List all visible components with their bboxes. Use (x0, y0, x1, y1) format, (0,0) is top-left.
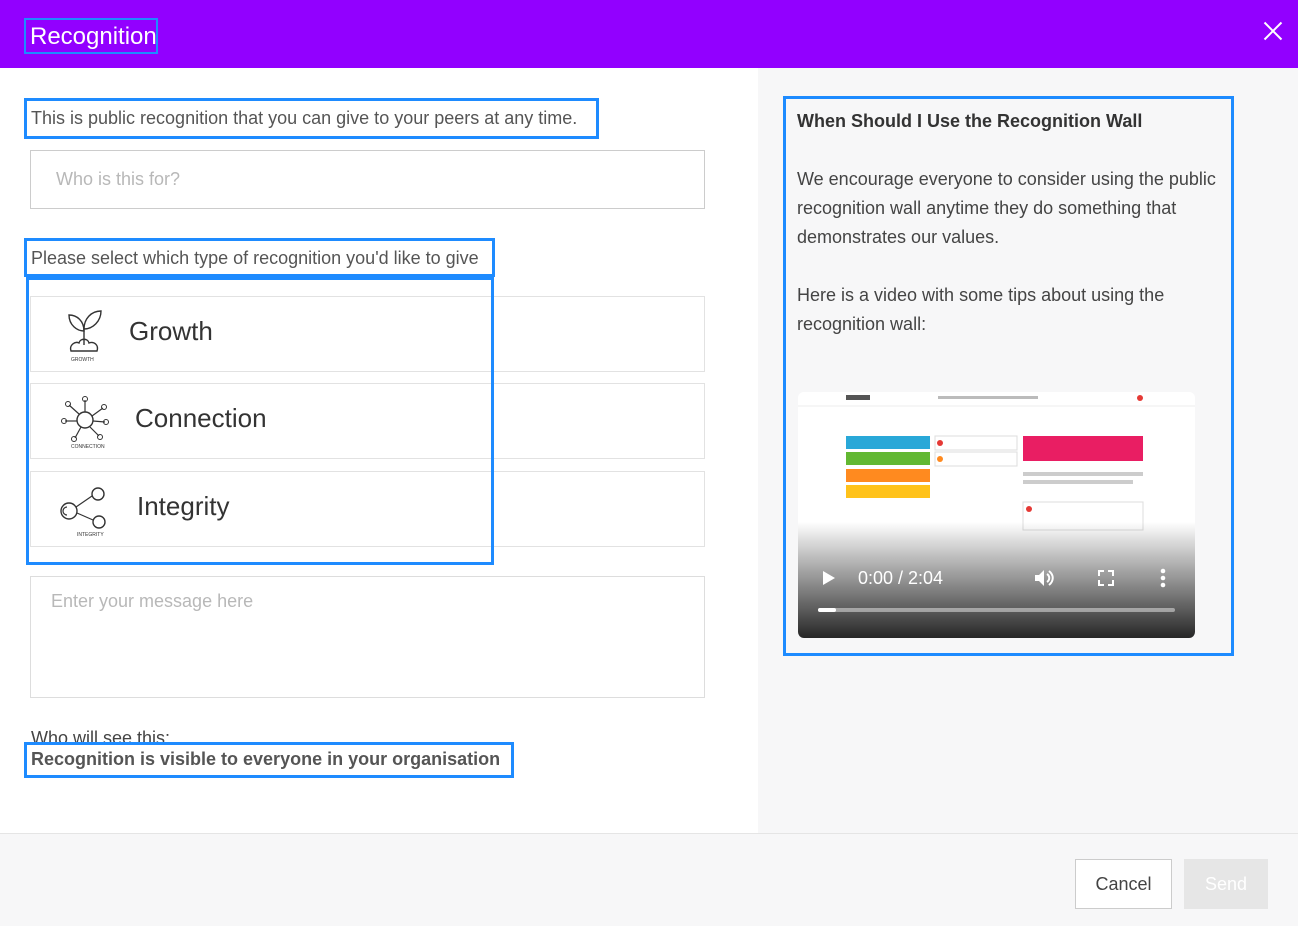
video-timecode: 0:00 / 2:04 (858, 568, 944, 588)
recipient-input[interactable] (30, 150, 705, 209)
fullscreen-icon[interactable] (1098, 570, 1114, 586)
help-paragraph-2: Here is a video with some tips about usi… (797, 285, 1165, 334)
close-icon[interactable] (1262, 20, 1284, 42)
visibility-text: Recognition is visible to everyone in yo… (31, 749, 501, 769)
video-player[interactable]: 0:00 / 2:04 (798, 392, 1195, 638)
recognition-types-highlight-box (26, 277, 494, 565)
modal-title: Recognition (30, 23, 157, 50)
play-icon[interactable] (822, 570, 836, 586)
video-progress-bar[interactable] (818, 608, 1175, 612)
send-button[interactable]: Send (1184, 859, 1268, 909)
video-progress-fill (818, 608, 836, 612)
volume-icon[interactable] (1034, 568, 1056, 588)
more-options-icon[interactable] (1160, 568, 1166, 588)
recognition-type-label: Please select which type of recognition … (31, 248, 479, 268)
help-heading: When Should I Use the Recognition Wall (797, 111, 1143, 131)
cancel-button[interactable]: Cancel (1075, 859, 1172, 909)
message-input[interactable] (30, 576, 705, 698)
intro-text: This is public recognition that you can … (31, 108, 578, 128)
help-paragraph-1: We encourage everyone to consider using … (797, 169, 1216, 247)
modal-header (0, 0, 1298, 68)
